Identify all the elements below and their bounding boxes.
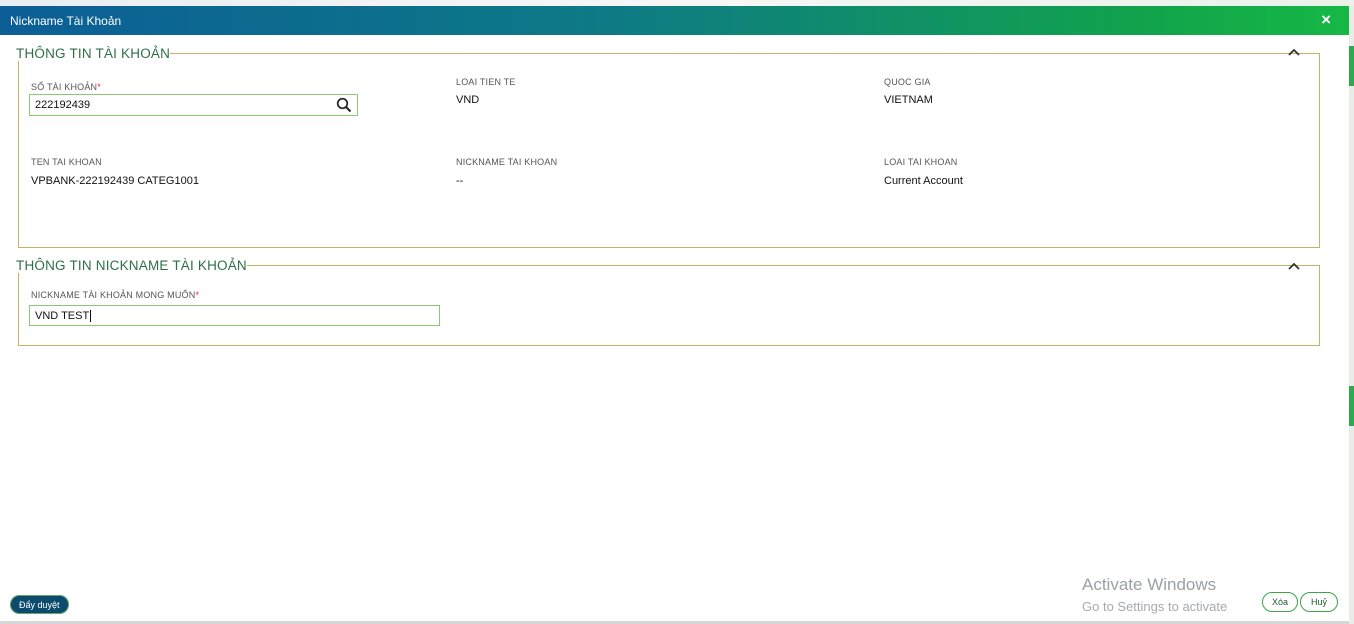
account-type-label: LOAI TAI KHOAN [884, 157, 958, 167]
dialog-title: Nickname Tài Khoản [10, 14, 122, 28]
text-cursor [90, 309, 92, 322]
desired-nickname-input[interactable]: VND TEST [29, 305, 440, 326]
submit-for-approval-button[interactable]: Đẩy duyệt [10, 595, 69, 614]
account-info-section-title: THÔNG TIN TÀI KHOẢN [16, 46, 171, 61]
close-icon[interactable]: × [1321, 10, 1331, 30]
account-number-label: SỐ TÀI KHOẢN* [31, 82, 101, 92]
account-info-section: THÔNG TIN TÀI KHOẢN [16, 46, 1320, 248]
account-number-value: 222192439 [35, 99, 91, 111]
cancel-button[interactable]: Huỷ [1300, 592, 1338, 612]
nickname-info-section-title: THÔNG TIN NICKNAME TÀI KHOẢN [16, 258, 247, 273]
account-nickname-value: -- [456, 175, 464, 187]
background-accent [1349, 386, 1354, 426]
desired-nickname-value: VND TEST [35, 309, 90, 322]
background-accent [1349, 46, 1354, 86]
search-icon[interactable] [336, 97, 352, 113]
country-label: QUOC GIA [884, 77, 931, 87]
desired-nickname-label: NICKNAME TÀI KHOẢN MONG MUỐN* [31, 290, 200, 300]
account-nickname-label: NICKNAME TAI KHOAN [456, 157, 558, 167]
activate-windows-title: Activate Windows [1082, 575, 1217, 594]
nickname-info-section: THÔNG TIN NICKNAME TÀI KHOẢN [16, 258, 1320, 346]
delete-button[interactable]: Xóa [1262, 592, 1298, 612]
account-number-input[interactable]: 222192439 [29, 94, 358, 116]
currency-label: LOAI TIEN TE [456, 77, 516, 87]
activate-windows-subtitle: Go to Settings to activate [1082, 599, 1228, 614]
account-type-value: Current Account [884, 175, 963, 187]
right-edge-background [1349, 6, 1354, 624]
currency-value: VND [456, 94, 480, 106]
country-value: VIETNAM [884, 94, 933, 106]
chevron-up-icon[interactable] [1288, 260, 1300, 274]
chevron-up-icon[interactable] [1288, 46, 1300, 60]
account-name-value: VPBANK-222192439 CATEG1001 [31, 175, 199, 187]
account-name-label: TEN TAI KHOAN [31, 157, 102, 167]
dialog-titlebar: Nickname Tài Khoản × [0, 6, 1349, 35]
